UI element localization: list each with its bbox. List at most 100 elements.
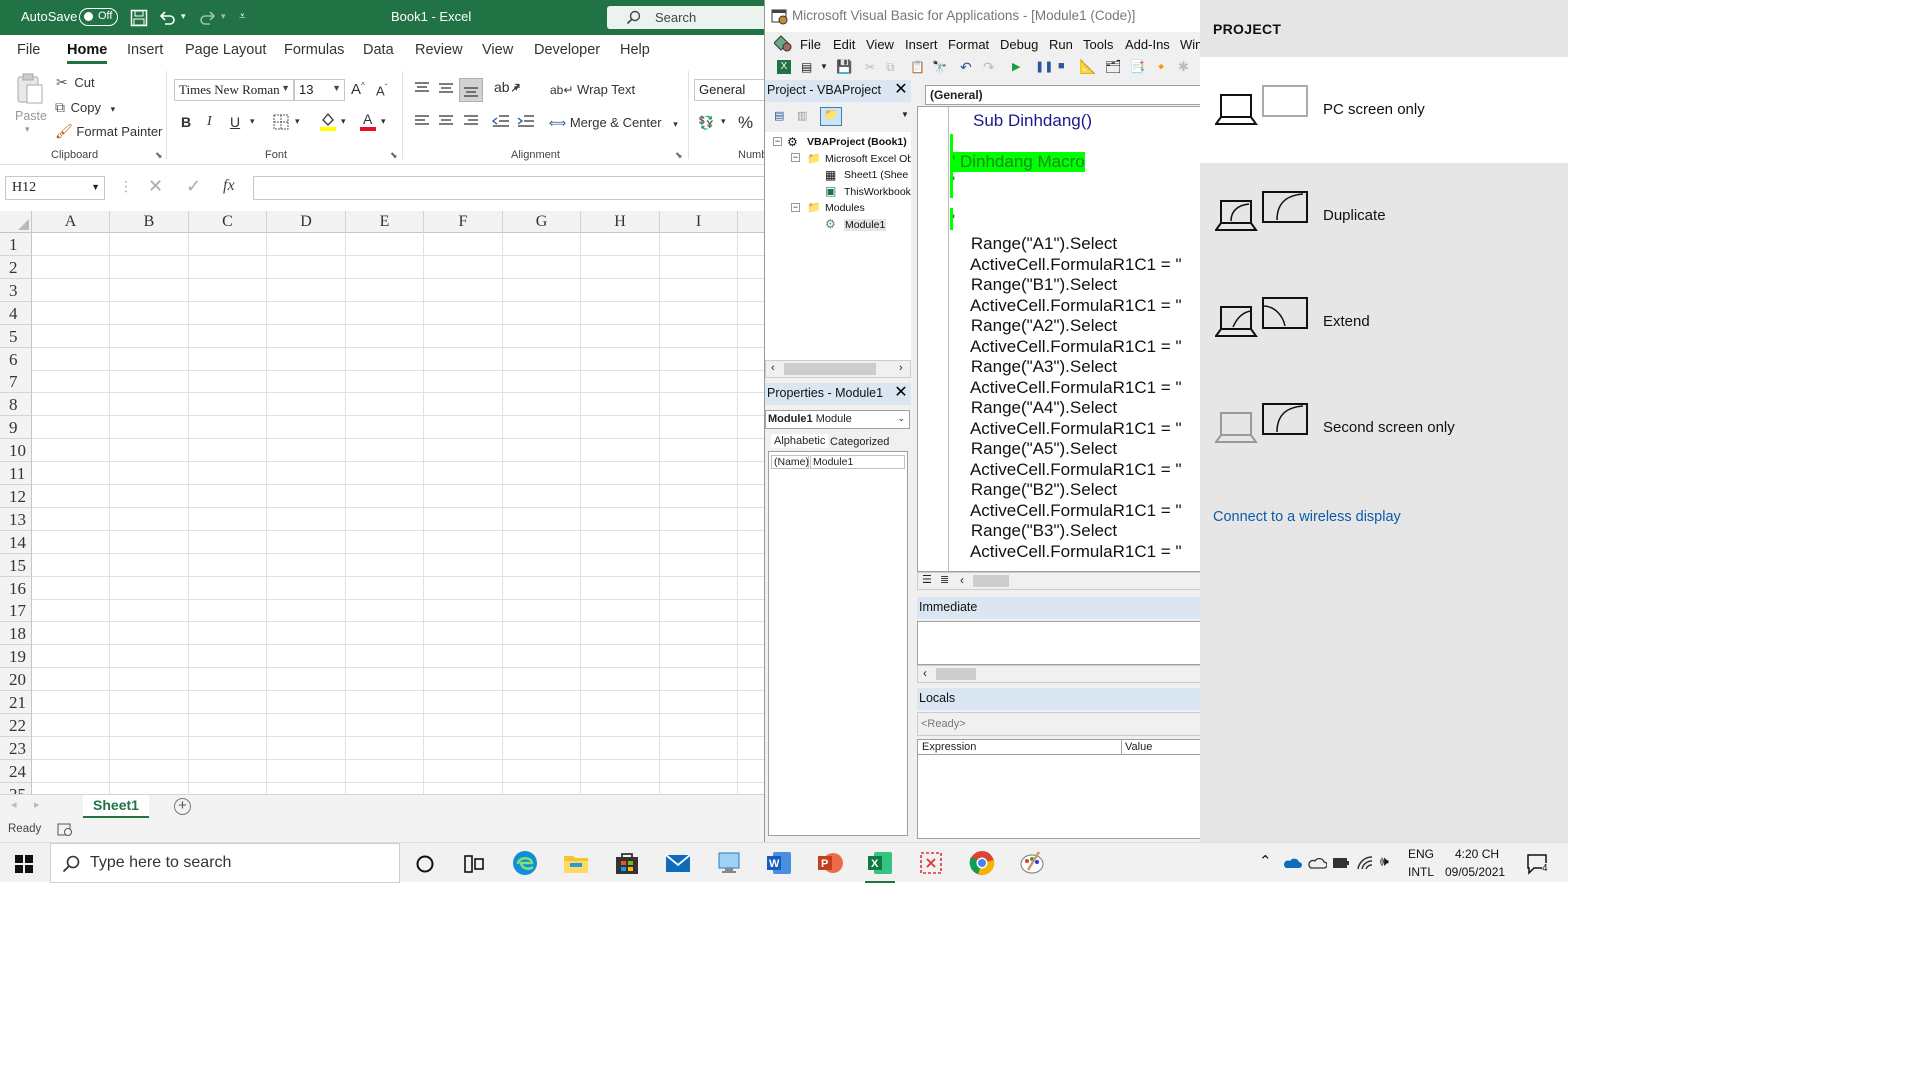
- column-header[interactable]: E: [346, 211, 424, 233]
- number-format-combo[interactable]: General: [694, 79, 770, 101]
- code-line[interactable]: Range("A2").Select: [952, 316, 1117, 336]
- tab-page-layout[interactable]: Page Layout: [185, 42, 266, 58]
- code-line[interactable]: ActiveCell.FormulaR1C1 = ": [952, 378, 1182, 398]
- insert-dropdown-icon[interactable]: ▼: [820, 62, 828, 71]
- borders-icon[interactable]: [273, 114, 289, 130]
- column-header[interactable]: G: [503, 211, 581, 233]
- clipboard-launcher-icon[interactable]: ⬊: [155, 150, 163, 161]
- highlighted-comment-line[interactable]: ' Dinhdang Macro: [952, 152, 1085, 172]
- scroll-thumb[interactable]: [936, 668, 976, 680]
- full-module-view-icon[interactable]: ≣: [940, 573, 949, 586]
- cancel-icon[interactable]: ✕: [148, 176, 163, 197]
- code-line[interactable]: ActiveCell.FormulaR1C1 = ": [952, 460, 1182, 480]
- project-hscrollbar[interactable]: ‹ ›: [765, 360, 911, 378]
- vba-menu-window[interactable]: Win: [1180, 37, 1200, 52]
- powerpoint-icon[interactable]: P: [817, 850, 843, 876]
- edge-icon[interactable]: [512, 850, 538, 876]
- underline-button[interactable]: U: [230, 114, 240, 130]
- column-divider[interactable]: [1121, 740, 1122, 755]
- code-window[interactable]: Sub Dinhdang() ' Dinhdang Macro ' ' Range("…: [917, 106, 1200, 572]
- tree-modules[interactable]: Modules: [825, 202, 865, 214]
- decrease-indent-icon[interactable]: [492, 114, 510, 128]
- row-header[interactable]: 23: [0, 736, 32, 760]
- option-extend[interactable]: Extend: [1200, 269, 1568, 375]
- properties-window-icon[interactable]: 📑: [1129, 59, 1145, 75]
- search-box[interactable]: Search: [607, 6, 770, 29]
- copy-icon[interactable]: ⧉: [886, 60, 895, 75]
- font-color-dropdown-icon[interactable]: ▾: [381, 116, 386, 127]
- cortana-icon[interactable]: [415, 854, 435, 874]
- column-header[interactable]: C: [189, 211, 267, 233]
- design-mode-icon[interactable]: 📐: [1079, 58, 1096, 75]
- paste-icon[interactable]: 📋: [910, 60, 925, 74]
- scroll-thumb[interactable]: [973, 575, 1009, 587]
- mail-icon[interactable]: [665, 850, 691, 876]
- volume-icon[interactable]: 🕪: [1380, 853, 1389, 870]
- code-line[interactable]: ActiveCell.FormulaR1C1 = ": [952, 296, 1182, 316]
- language-top[interactable]: ENG: [1408, 847, 1434, 861]
- column-value[interactable]: Value: [1125, 741, 1152, 753]
- vba-menu-view[interactable]: View: [866, 37, 894, 52]
- chrome-icon[interactable]: [969, 850, 995, 876]
- scroll-right-icon[interactable]: ›: [899, 362, 903, 374]
- customize-qat-icon[interactable]: ⩡: [239, 9, 246, 24]
- tab-insert[interactable]: Insert: [127, 42, 163, 58]
- code-line[interactable]: ActiveCell.FormulaR1C1 = ": [952, 255, 1182, 275]
- vba-menu-insert[interactable]: Insert: [905, 37, 938, 52]
- code-line[interactable]: Range("A1").Select: [952, 234, 1117, 254]
- merge-center-button[interactable]: ⟺ Merge & Center ▾: [549, 115, 678, 130]
- code-line[interactable]: ActiveCell.FormulaR1C1 = ": [952, 419, 1182, 439]
- merge-dropdown-icon[interactable]: ▾: [673, 119, 678, 129]
- prop-name-value[interactable]: Module1: [810, 455, 905, 469]
- bold-button[interactable]: B: [181, 114, 191, 130]
- row-header[interactable]: 1: [0, 233, 32, 256]
- row-header[interactable]: 11: [0, 462, 32, 485]
- row-header[interactable]: 25: [0, 782, 32, 794]
- paste-button[interactable]: Paste ▾: [12, 72, 47, 134]
- grow-font-icon[interactable]: A^: [351, 81, 365, 98]
- wifi-icon[interactable]: [1356, 855, 1374, 871]
- column-header[interactable]: H: [581, 211, 660, 233]
- code-line[interactable]: Range("A3").Select: [952, 357, 1117, 377]
- onedrive-personal-icon[interactable]: [1307, 856, 1327, 870]
- code-line[interactable]: Range("A4").Select: [952, 398, 1117, 418]
- vba-menu-file[interactable]: File: [800, 37, 821, 52]
- align-middle-icon[interactable]: [438, 81, 454, 95]
- excel-view-icon[interactable]: X: [777, 60, 791, 74]
- copy-dropdown-icon[interactable]: ▾: [111, 104, 116, 114]
- connect-wireless-display-link[interactable]: Connect to a wireless display: [1213, 509, 1401, 525]
- tree-root[interactable]: VBAProject (Book1): [807, 136, 907, 148]
- row-header[interactable]: 12: [0, 484, 32, 508]
- align-top-icon[interactable]: [414, 81, 430, 95]
- vba-menu-addins[interactable]: Add-Ins: [1125, 37, 1170, 52]
- code-line[interactable]: Range("B3").Select: [952, 521, 1117, 541]
- orientation-dropdown-icon[interactable]: ▾: [514, 83, 519, 94]
- vba-menu-tools[interactable]: Tools: [1083, 37, 1113, 52]
- row-header[interactable]: 7: [0, 370, 32, 394]
- immediate-hscrollbar[interactable]: ‹: [917, 665, 1200, 683]
- option-duplicate[interactable]: Duplicate: [1200, 163, 1568, 269]
- column-header[interactable]: I: [660, 211, 738, 233]
- format-painter-button[interactable]: 🖌 Format Painter: [55, 123, 162, 140]
- clock-time[interactable]: 4:20 CH: [1455, 847, 1499, 861]
- run-icon[interactable]: ▶: [1012, 60, 1020, 73]
- reset-icon[interactable]: ■: [1058, 60, 1065, 72]
- option-pc-screen-only[interactable]: PC screen only: [1200, 57, 1568, 163]
- row-header[interactable]: 16: [0, 576, 32, 600]
- fill-color-dropdown-icon[interactable]: ▾: [341, 116, 346, 127]
- scroll-thumb[interactable]: [784, 363, 876, 375]
- tree-module1[interactable]: Module1: [844, 219, 887, 231]
- row-header[interactable]: 15: [0, 553, 32, 577]
- fill-color-icon[interactable]: [319, 111, 337, 131]
- tab-developer[interactable]: Developer: [534, 42, 600, 58]
- redo-icon[interactable]: ↷: [983, 59, 995, 76]
- code-line[interactable]: Sub Dinhdang(): [973, 111, 1092, 131]
- scroll-left-icon[interactable]: ‹: [923, 666, 927, 680]
- vba-menu-run[interactable]: Run: [1049, 37, 1073, 52]
- new-sheet-icon[interactable]: +: [174, 798, 191, 815]
- row-header[interactable]: 13: [0, 507, 32, 531]
- tab-alphabetic[interactable]: Alphabetic: [771, 434, 829, 448]
- name-box[interactable]: H12 ▼: [5, 176, 105, 200]
- immediate-window[interactable]: [917, 621, 1200, 665]
- procedure-view-icon[interactable]: ☰: [922, 573, 932, 586]
